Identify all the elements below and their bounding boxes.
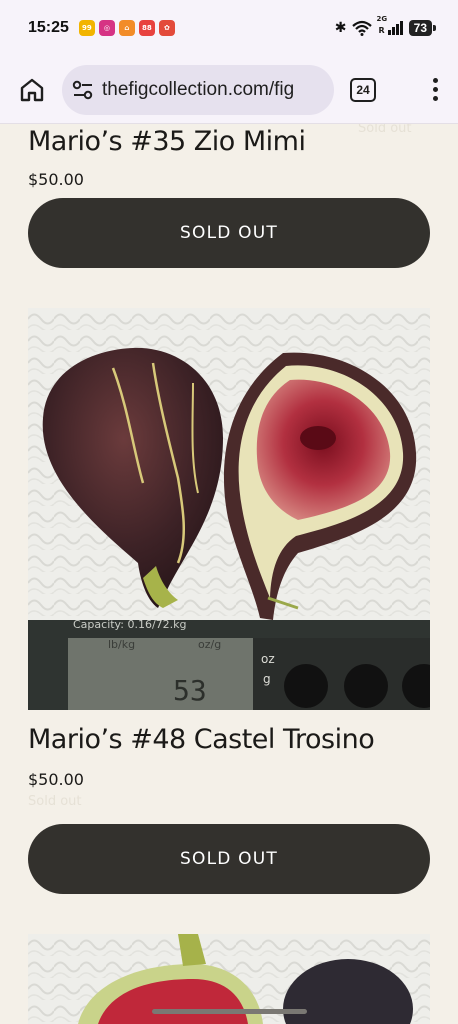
product-price: $50.00 (28, 170, 84, 189)
scale-reading: 53 (173, 674, 207, 707)
product-title[interactable]: Mario’s #35 Zio Mimi (28, 126, 306, 157)
battery-indicator: 73 (408, 20, 437, 36)
status-time: 15:25 (28, 19, 69, 36)
home-button[interactable] (12, 70, 52, 110)
home-icon (20, 78, 44, 101)
product-list: Sold out Mario’s #35 Zio Mimi $50.00 SOL… (0, 124, 458, 1024)
sold-out-label: Sold out (358, 124, 412, 136)
shop-app-icon: 88 (138, 20, 155, 36)
sold-out-label: Sold out (28, 794, 82, 809)
scale-unit-oz: oz (261, 652, 275, 666)
instagram-icon: ◎ (98, 20, 115, 36)
link-app-icon: ⌂ (118, 20, 135, 36)
scale-units-left: lb/kg (108, 638, 135, 651)
product-card: Capacity: 0.16/72.kg lb/kg oz/g 53 oz g … (28, 308, 430, 894)
product-image[interactable]: Capacity: 0.16/72.kg lb/kg oz/g 53 oz g (28, 308, 430, 710)
deal-app-icon: 99 (78, 20, 95, 36)
product-price: $50.00 (28, 770, 84, 789)
sold-out-button[interactable]: SOLD OUT (28, 198, 430, 268)
gift-app-icon: ✿ (158, 20, 175, 36)
menu-dot (433, 87, 438, 92)
menu-dot (433, 96, 438, 101)
address-bar[interactable]: thefigcollection.com/fig (62, 64, 334, 115)
browser-toolbar: thefigcollection.com/fig 24 (0, 56, 458, 124)
bluetooth-icon: ✱ (334, 20, 347, 36)
site-settings-icon[interactable] (72, 80, 94, 100)
scale-capacity-label: Capacity: 0.16/72.kg (73, 618, 187, 631)
menu-dot (433, 78, 438, 83)
sold-out-button[interactable]: SOLD OUT (28, 824, 430, 894)
tab-switcher-button[interactable]: 24 (350, 77, 376, 102)
fig-photo-image: Capacity: 0.16/72.kg lb/kg oz/g 53 oz g (28, 308, 430, 710)
browser-menu-button[interactable] (433, 78, 438, 101)
wifi-icon (352, 20, 373, 36)
product-title[interactable]: Mario’s #48 Castel Trosino (28, 724, 375, 755)
cell-signal-icon: 2G R (376, 15, 403, 35)
gesture-home-indicator[interactable] (152, 1009, 307, 1014)
status-bar: 15:25 99 ◎ ⌂ 88 ✿ ✱ 2G R 73 (0, 0, 458, 56)
scale-unit-g: g (263, 672, 271, 686)
roaming-indicator: R (378, 26, 385, 35)
scale-units-right: oz/g (198, 638, 221, 651)
network-type: 2G (376, 15, 388, 23)
url-text[interactable]: thefigcollection.com/fig (102, 79, 294, 101)
notification-icons: 99 ◎ ⌂ 88 ✿ (78, 20, 175, 36)
